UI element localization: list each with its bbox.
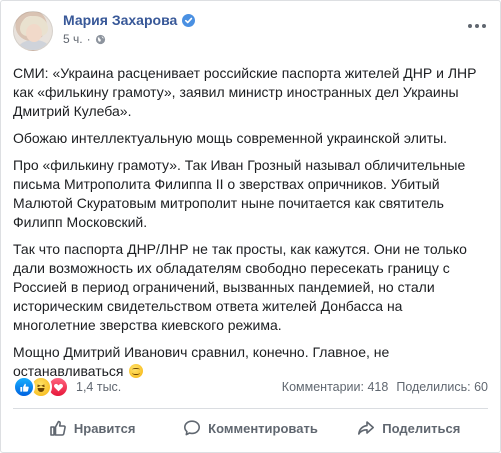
post-paragraph: Обожаю интеллектуальную мощь современной… (13, 130, 448, 146)
post-meta: 5 ч. · (63, 32, 106, 46)
post-paragraph: Так что паспорта ДНР/ЛНР не так просты, … (13, 241, 467, 333)
post-paragraph-text: Мощно Дмитрий Иванович сравнил, конечно.… (13, 344, 390, 379)
reaction-icons[interactable] (13, 376, 69, 398)
post-timestamp[interactable]: 5 ч. (63, 32, 83, 46)
post-paragraph-last: Мощно Дмитрий Иванович сравнил, конечно.… (13, 343, 489, 381)
thumbs-up-icon (50, 420, 66, 436)
author-name[interactable]: Мария Захарова (63, 12, 177, 28)
share-button[interactable]: Поделиться (330, 409, 488, 447)
share-button-label: Поделиться (382, 420, 461, 436)
more-options-icon[interactable] (466, 19, 488, 33)
share-arrow-icon (358, 421, 375, 435)
post-actions: Нравится Комментировать Поделиться (13, 408, 488, 447)
like-button[interactable]: Нравится (13, 409, 171, 447)
smile-emoji-icon (129, 364, 144, 378)
comments-count[interactable]: Комментарии: 418 (282, 380, 389, 394)
comment-bubble-icon (184, 420, 201, 436)
shares-count[interactable]: Поделились: 60 (396, 380, 488, 394)
like-button-label: Нравится (73, 420, 136, 436)
comment-button-label: Комментировать (208, 420, 318, 436)
reactions-bar: 1,4 тыс. Комментарии: 418 Поделились: 60 (13, 376, 488, 398)
post-text: СМИ: «Украина расценивает российские пас… (13, 64, 489, 389)
facebook-post: Мария Захарова 5 ч. · СМИ: «Украина расц… (0, 0, 501, 453)
author-avatar[interactable] (13, 11, 53, 51)
post-header: Мария Захарова 5 ч. · (13, 11, 488, 55)
comment-button[interactable]: Комментировать (171, 409, 329, 447)
meta-separator: · (86, 32, 91, 46)
post-paragraph: Про «филькину грамоту». Так Иван Грозный… (13, 157, 466, 230)
engagement-stats: Комментарии: 418 Поделились: 60 (282, 380, 488, 394)
post-paragraph: СМИ: «Украина расценивает российские пас… (13, 65, 477, 119)
verified-badge-icon (182, 13, 196, 27)
reactions-count[interactable]: 1,4 тыс. (76, 380, 121, 394)
like-reaction-icon (13, 376, 35, 398)
author-line: Мария Захарова (63, 12, 196, 28)
globe-icon[interactable] (95, 34, 106, 45)
